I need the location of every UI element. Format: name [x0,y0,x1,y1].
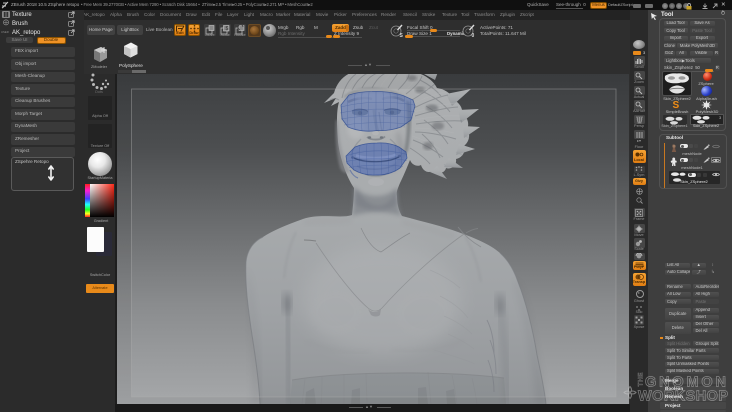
svg-text:THE: THE [638,372,645,387]
svg-text:S: S [400,33,404,37]
svg-text:WORKSHOP: WORKSHOP [638,389,728,405]
svg-text:0: 0 [472,33,475,37]
svg-text:$: $ [226,26,229,32]
